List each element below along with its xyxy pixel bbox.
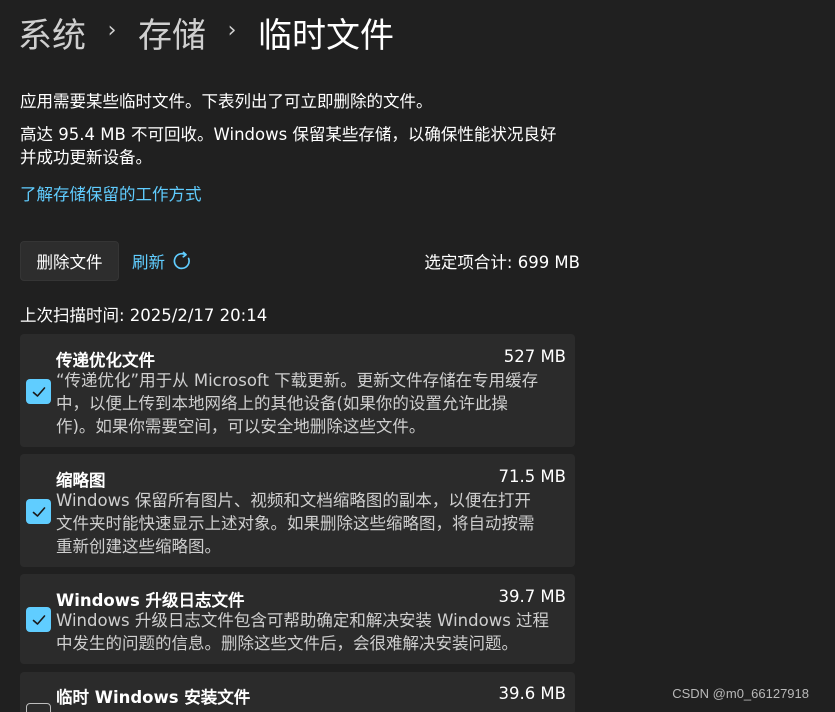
item-title: Windows 升级日志文件 [56, 591, 245, 610]
chevron-right-icon: › [227, 17, 237, 43]
checkbox-thumbnails[interactable] [26, 499, 51, 524]
item-description: “传递优化”用于从 Microsoft 下载更新。更新文件存储在专用缓存 中，以… [56, 369, 568, 438]
item-description-line: “传递优化”用于从 Microsoft 下载更新。更新文件存储在专用缓存 [56, 371, 539, 390]
temporary-files-page: 系统 › 存储 › 临时文件 应用需要某些临时文件。下表列出了可立即删除的文件。… [0, 0, 835, 712]
reserved-storage-line1: 高达 95.4 MB 不可回收。Windows 保留某些存储，以确保性能状况良好 [20, 125, 557, 144]
item-size: 71.5 MB [498, 467, 566, 486]
refresh-label: 刷新 [132, 253, 165, 272]
last-scan-time: 上次扫描时间: 2025/2/17 20:14 [20, 306, 268, 325]
item-title: 临时 Windows 安装文件 [56, 688, 251, 707]
item-description-line: Windows 保留所有图片、视频和文档缩略图的副本，以便在打开 [56, 491, 531, 510]
selected-total: 选定项合计: 699 MB [424, 253, 580, 272]
file-category-item-upgrade-logs[interactable]: Windows 升级日志文件 39.7 MB Windows 升级日志文件包含可… [20, 574, 575, 664]
breadcrumb-item-system[interactable]: 系统 [18, 8, 86, 57]
checkmark-icon [32, 386, 45, 397]
file-category-item-windows-setup-files[interactable]: 临时 Windows 安装文件 39.6 MB [20, 672, 575, 712]
item-description: Windows 升级日志文件包含可帮助确定和解决安装 Windows 过程 中发… [56, 609, 568, 655]
breadcrumb: 系统 › 存储 › 临时文件 [18, 8, 394, 57]
checkbox-upgrade-logs[interactable] [26, 607, 51, 632]
learn-reserved-storage-link[interactable]: 了解存储保留的工作方式 [20, 181, 202, 205]
item-description-line: 重新创建这些缩略图。 [56, 537, 221, 556]
item-title: 缩略图 [56, 471, 106, 490]
item-description-line: Windows 升级日志文件包含可帮助确定和解决安装 Windows 过程 [56, 611, 550, 630]
item-description: Windows 保留所有图片、视频和文档缩略图的副本，以便在打开 文件夹时能快速… [56, 489, 568, 558]
page-title: 临时文件 [258, 15, 394, 56]
breadcrumb-item-storage[interactable]: 存储 [138, 8, 206, 57]
checkmark-icon [32, 506, 45, 517]
checkbox-delivery-optimization[interactable] [26, 379, 51, 404]
action-bar: 删除文件 刷新 选定项合计: 699 MB [20, 241, 580, 281]
reserved-storage-line2: 并成功更新设备。 [20, 148, 152, 167]
file-category-item-delivery-optimization[interactable]: 传递优化文件 527 MB “传递优化”用于从 Microsoft 下载更新。更… [20, 334, 575, 447]
delete-files-button[interactable]: 删除文件 [20, 241, 119, 281]
item-size: 39.6 MB [498, 684, 566, 703]
chevron-right-icon: › [107, 17, 117, 43]
item-description-line: 中发生的问题的信息。删除这些文件后，会很难解决安装问题。 [56, 634, 518, 653]
item-description-line: 文件夹时能快速显示上述对象。如果删除这些缩略图，将自动按需 [56, 514, 535, 533]
item-description-line: 中，以便上传到本地网络上的其他设备(如果你的设置允许此操 [56, 394, 508, 413]
reserved-storage-text: 高达 95.4 MB 不可回收。Windows 保留某些存储，以确保性能状况良好… [20, 123, 556, 169]
watermark: CSDN @m0_66127918 [672, 686, 809, 701]
file-category-item-thumbnails[interactable]: 缩略图 71.5 MB Windows 保留所有图片、视频和文档缩略图的副本，以… [20, 454, 575, 567]
refresh-button[interactable]: 刷新 [132, 241, 193, 281]
item-size: 527 MB [503, 347, 566, 366]
refresh-icon [173, 251, 190, 270]
description-line: 应用需要某些临时文件。下表列出了可立即删除的文件。 [20, 92, 433, 111]
checkmark-icon [32, 614, 45, 625]
item-size: 39.7 MB [498, 587, 566, 606]
item-title: 传递优化文件 [56, 351, 155, 370]
checkbox-windows-setup-files[interactable] [26, 703, 51, 712]
item-description-line: 作)。如果你需要空间，可以安全地删除这些文件。 [56, 417, 426, 436]
